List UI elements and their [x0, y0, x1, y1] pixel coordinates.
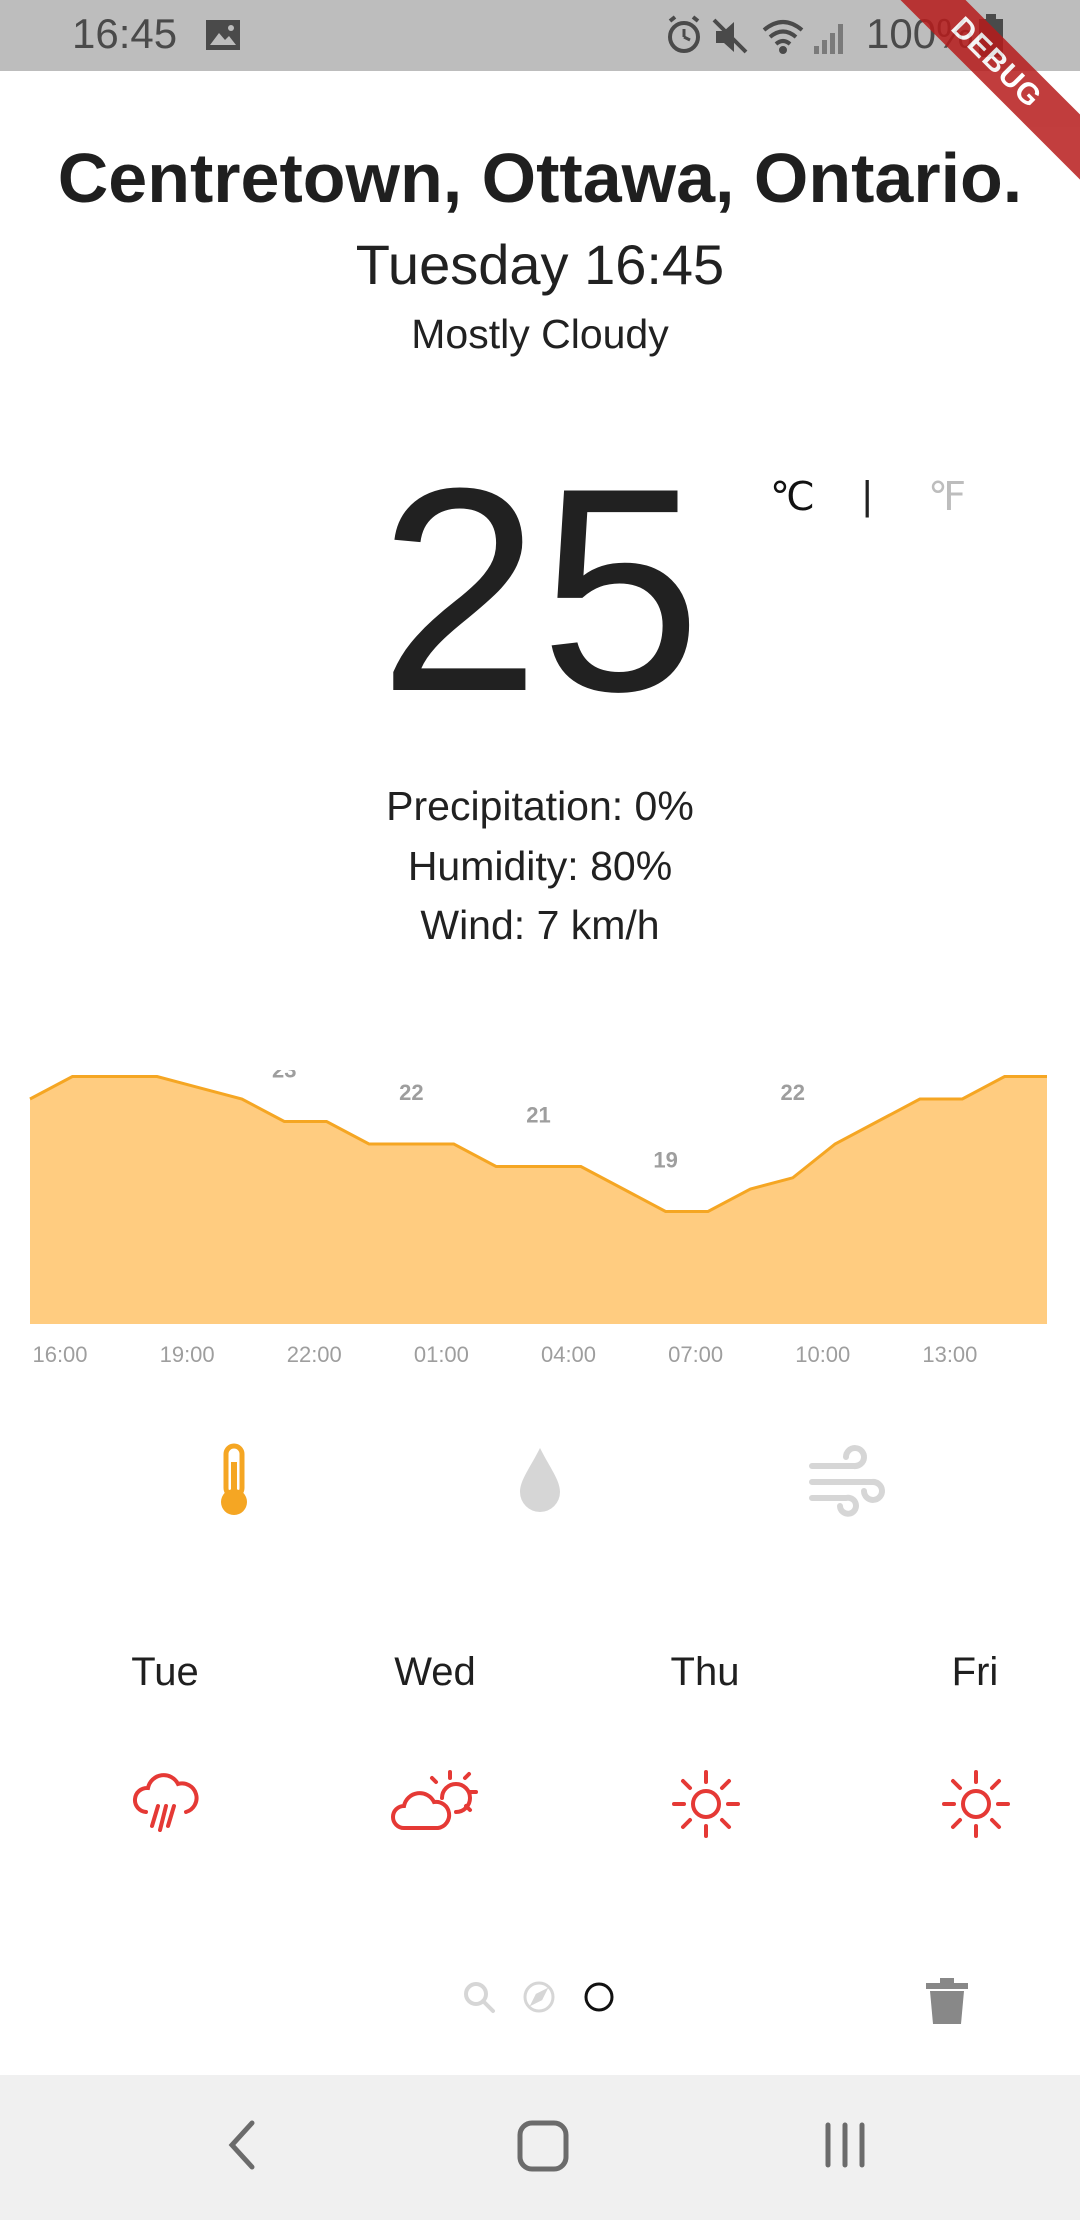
status-time: 16:45: [72, 10, 178, 57]
gallery-icon: [206, 20, 240, 50]
chart-data-label: 22: [781, 1080, 805, 1105]
wind-text: Wind: 7 km/h: [420, 902, 660, 948]
metric-tabs: [0, 1440, 1080, 1520]
home-icon[interactable]: [515, 2115, 571, 2175]
current-location-dot[interactable]: [582, 1980, 616, 2014]
partly-cloudy-icon: [391, 1770, 478, 1830]
unit-separator: |: [862, 474, 873, 518]
chart-data-label: 19: [653, 1148, 677, 1173]
chart-tick-label: 16:00: [32, 1342, 87, 1367]
weather-condition: Mostly Cloudy: [411, 311, 669, 357]
location-title: Centretown, Ottawa, Ontario.: [57, 139, 1023, 217]
back-icon[interactable]: [222, 2115, 262, 2175]
date-time: Tuesday 16:45: [355, 233, 725, 296]
fahrenheit-toggle[interactable]: ℉: [928, 474, 966, 520]
chart-tick-label: 22:00: [287, 1342, 342, 1367]
forecast-day[interactable]: Tue: [95, 1650, 235, 1832]
wifi-icon: [762, 20, 804, 54]
chart-tick-label: 10:00: [795, 1342, 850, 1367]
sun-icon: [672, 1770, 740, 1838]
chart-tick-label: 01:00: [414, 1342, 469, 1367]
mute-icon: [712, 18, 748, 54]
delete-icon[interactable]: [924, 1976, 970, 2026]
humidity-text: Humidity: 80%: [407, 843, 673, 889]
chart-data-label: 21: [526, 1103, 550, 1128]
chart-tick-label: 04:00: [541, 1342, 596, 1367]
chart-data-label: 22: [399, 1080, 423, 1105]
signal-icon: [814, 24, 843, 54]
compass-icon[interactable]: [522, 1980, 556, 2014]
current-temperature: 25: [378, 428, 702, 752]
forecast-day[interactable]: Thu: [635, 1650, 775, 1838]
hourly-temperature-chart: 242523222119222616:0019:0022:0001:0004:0…: [29, 1070, 1047, 1367]
chart-tick-label: 07:00: [668, 1342, 723, 1367]
day-name: Thu: [670, 1650, 740, 1694]
day-name: Wed: [394, 1650, 476, 1694]
celsius-toggle[interactable]: ℃: [770, 474, 815, 520]
chart-tick-label: 19:00: [160, 1342, 215, 1367]
sun-icon: [942, 1770, 1010, 1838]
thermometer-icon[interactable]: [194, 1440, 274, 1520]
search-icon[interactable]: [462, 1980, 496, 2014]
chart-tick-label: 13:00: [922, 1342, 977, 1367]
rain-cloud-icon: [133, 1773, 199, 1832]
system-nav-bar: [0, 2075, 1080, 2220]
recents-icon[interactable]: [820, 2115, 870, 2175]
forecast-day[interactable]: Wed: [365, 1650, 505, 1830]
day-name: Fri: [951, 1650, 999, 1694]
day-name: Tue: [131, 1650, 199, 1694]
chart-data-label: 23: [272, 1070, 296, 1083]
water-drop-icon[interactable]: [500, 1440, 580, 1520]
forecast-day[interactable]: Fri: [905, 1650, 1045, 1838]
alarm-icon: [668, 15, 700, 53]
wind-icon[interactable]: [806, 1440, 886, 1520]
precipitation-text: Precipitation: 0%: [386, 783, 694, 829]
